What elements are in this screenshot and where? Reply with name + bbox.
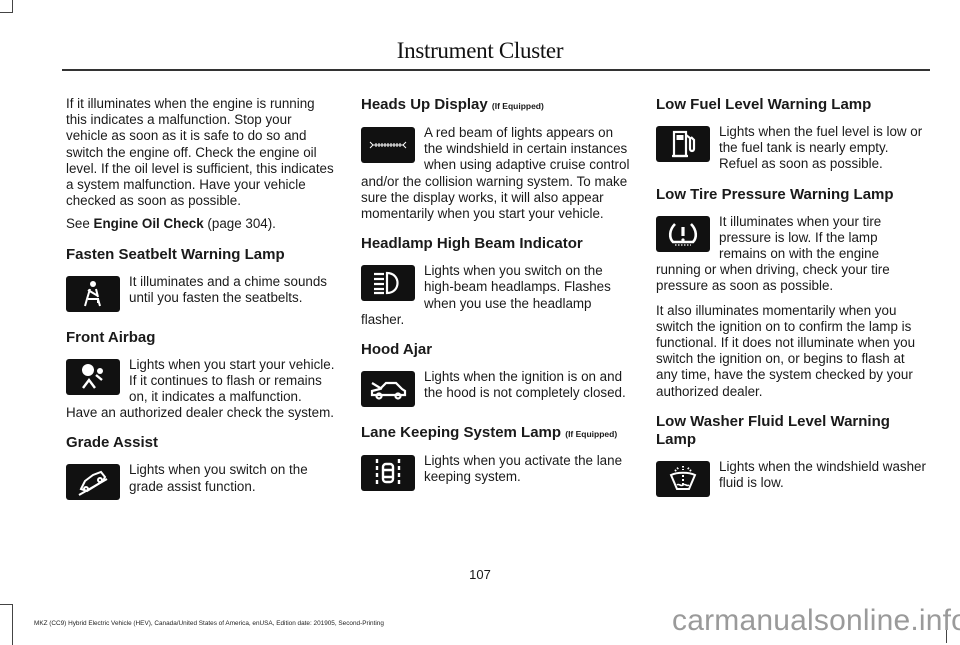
section-title-hood-ajar: Hood Ajar — [361, 341, 433, 359]
heads-up-display-icon — [361, 127, 415, 163]
section-title-seatbelt: Fasten Seatbelt Warning Lamp — [66, 245, 285, 263]
header-divider — [62, 69, 930, 71]
section-title-heads-up-display: Heads Up Display (If Equipped) — [361, 96, 544, 113]
lamp-low-fuel: Lights when the fuel level is low or the… — [656, 124, 926, 173]
column-3: Low Fuel Level Warning Lamp Lights when … — [656, 96, 926, 509]
lamp-hood-ajar: Lights when the ignition is on and the h… — [361, 369, 631, 411]
column-2: Heads Up Display (If Equipped) A red bea… — [361, 96, 631, 503]
section-title-high-beam: Headlamp High Beam Indicator — [361, 235, 583, 253]
lamp-grade-assist: Lights when you switch on the grade assi… — [66, 462, 336, 504]
tire-pressure-extra-paragraph: It also illuminates momentarily when you… — [656, 302, 916, 399]
section-title-tire-pressure: Low Tire Pressure Warning Lamp — [656, 185, 894, 203]
lamp-washer-fluid: Lights when the windshield washer fluid … — [656, 459, 926, 501]
lamp-high-beam: Lights when you switch on the high-beam … — [361, 263, 611, 327]
engine-oil-paragraph: If it illuminates when the engine is run… — [66, 96, 334, 209]
fuel-pump-icon — [656, 126, 710, 162]
high-beam-icon — [361, 265, 415, 302]
page-title: Instrument Cluster — [396, 38, 564, 63]
section-title-airbag: Front Airbag — [66, 328, 156, 346]
section-title-low-fuel: Low Fuel Level Warning Lamp — [656, 96, 872, 113]
watermark: carmanualsonline.info — [672, 604, 960, 637]
lamp-airbag: Lights when you start your vehicle. If i… — [66, 356, 335, 421]
section-title-grade-assist: Grade Assist — [66, 434, 158, 452]
section-title-washer-fluid: Low Washer Fluid Level Warning Lamp — [656, 412, 890, 448]
section-title-lane-keeping: Lane Keeping System Lamp (If Equipped) — [361, 424, 618, 442]
grade-assist-icon — [66, 464, 120, 501]
crop-mark-top-left — [0, 0, 13, 13]
washer-fluid-icon — [656, 460, 710, 497]
seatbelt-icon — [66, 275, 120, 312]
lamp-seatbelt: It illuminates and a chime sounds until … — [66, 274, 336, 316]
lamp-heads-up-display: A red beam of lights appears on the wind… — [361, 125, 630, 222]
see-reference: See Engine Oil Check (page 304). — [66, 216, 276, 232]
lamp-tire-pressure: It illuminates when your tire pressure i… — [656, 213, 890, 294]
airbag-icon — [66, 358, 120, 395]
hood-ajar-icon — [361, 371, 415, 408]
crop-mark-bottom-left — [0, 604, 13, 645]
tire-pressure-icon — [656, 215, 710, 252]
engine-oil-check-link[interactable]: Engine Oil Check — [94, 216, 204, 231]
column-1: If it illuminates when the engine is run… — [66, 96, 336, 512]
edition-footer: MKZ (CC9) Hybrid Electric Vehicle (HEV),… — [34, 620, 384, 627]
lamp-lane-keeping: Lights when you activate the lane keepin… — [361, 453, 631, 495]
page-number: 107 — [469, 567, 491, 582]
lane-keeping-icon — [361, 455, 415, 492]
